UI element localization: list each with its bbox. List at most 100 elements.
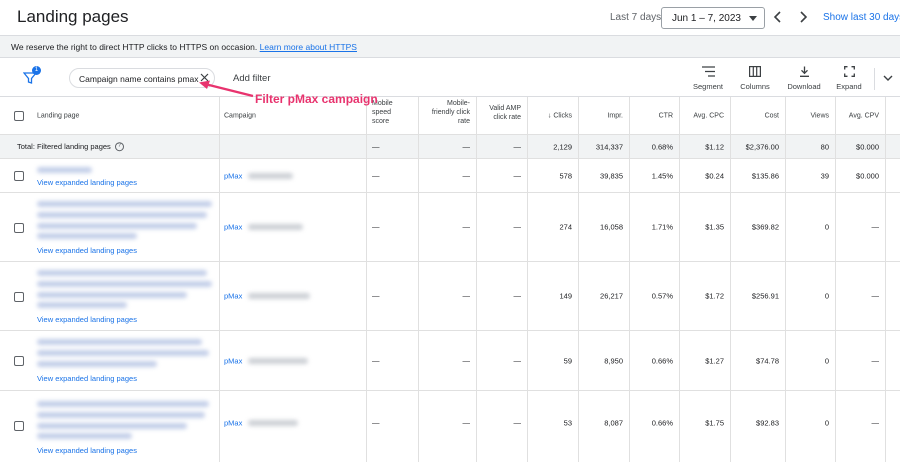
total-clicks-cell: 2,129 [528, 135, 579, 158]
blurred-url [37, 339, 202, 345]
views-cell: 0 [786, 331, 836, 390]
table-row[interactable]: View expanded landing pages pMax — — — 5… [0, 331, 900, 391]
ctr-cell: 1.71% [630, 193, 680, 261]
views-value: 0 [824, 222, 829, 232]
impr-value: 16,058 [600, 222, 623, 232]
views-value: 0 [824, 291, 829, 301]
speed-cell: — [367, 262, 419, 330]
friendly-value: — [462, 222, 471, 232]
columns-label: Columns [740, 82, 770, 91]
learn-more-https-link[interactable]: Learn more about HTTPS [260, 42, 357, 52]
expand-button[interactable]: Expand [833, 66, 865, 94]
avg-cpc-value: $1.27 [705, 356, 724, 365]
col-cost[interactable]: Cost [731, 97, 786, 134]
clicks-value: 274 [559, 222, 572, 232]
landing-pages-table: Landing page Campaign Mobile speed score… [0, 96, 900, 462]
view-expanded-link[interactable]: View expanded landing pages [37, 374, 137, 383]
clicks-value: 149 [559, 291, 572, 301]
segment-button[interactable]: Segment [690, 66, 726, 94]
campaign-link[interactable]: pMax [224, 356, 242, 365]
total-views: 80 [820, 142, 829, 151]
col-mobile-friendly-line2: friendly click [431, 109, 470, 116]
blurred-url [37, 412, 205, 418]
col-avg-cpc-label: Avg. CPC [693, 112, 724, 119]
friendly-value: — [462, 418, 471, 428]
landing-page-cell: View expanded landing pages [0, 331, 220, 390]
avg-cpv-value: — [871, 356, 880, 365]
table-row[interactable]: View expanded landing pages pMax — — — 1… [0, 262, 900, 331]
friendly-cell: — [419, 262, 477, 330]
chevron-down-icon[interactable] [882, 72, 894, 84]
view-expanded-link[interactable]: View expanded landing pages [37, 178, 137, 187]
annotation-label: Filter pMax campaign [255, 92, 378, 106]
cost-cell: $135.86 [731, 159, 786, 192]
ctr-cell: 1.45% [630, 159, 680, 192]
clicks-cell: 59 [528, 331, 579, 390]
amp-value: — [513, 356, 522, 365]
total-amp-cell: — [477, 135, 528, 158]
columns-icon [749, 66, 761, 77]
views-cell: 0 [786, 391, 836, 462]
https-notice: We reserve the right to direct HTTP clic… [0, 35, 900, 58]
ctr-cell: 0.57% [630, 262, 680, 330]
chevron-right-icon[interactable] [795, 9, 811, 25]
blurred-campaign [248, 420, 298, 426]
col-cost-label: Cost [764, 112, 779, 119]
cost-cell: $369.82 [731, 193, 786, 261]
table-row[interactable]: View expanded landing pages pMax — — — 5… [0, 159, 900, 193]
col-clicks-text: Clicks [553, 112, 572, 119]
campaign-filter-chip[interactable]: Campaign name contains pmax [69, 68, 215, 88]
view-expanded-link[interactable]: View expanded landing pages [37, 446, 137, 455]
table-row[interactable]: View expanded landing pages pMax — — — 5… [0, 391, 900, 462]
speed-cell: — [367, 391, 419, 462]
help-icon[interactable]: ? [114, 142, 124, 152]
landing-page-cell: View expanded landing pages [0, 193, 220, 261]
campaign-link[interactable]: pMax [224, 419, 242, 428]
avg-cpv-cell: — [836, 193, 886, 261]
table-row[interactable]: View expanded landing pages pMax — — — 2… [0, 193, 900, 262]
friendly-value: — [462, 171, 471, 180]
amp-value: — [513, 222, 522, 232]
ctr-value: 0.66% [651, 356, 673, 365]
col-valid-amp-click-rate[interactable]: Valid AMP click rate [477, 97, 528, 134]
col-avg-cpv[interactable]: Avg. CPV [836, 97, 886, 134]
download-button[interactable]: Download [784, 66, 824, 94]
total-cost-cell: $2,376.00 [731, 135, 786, 158]
blurred-url [37, 350, 209, 356]
col-avg-cpc[interactable]: Avg. CPC [680, 97, 731, 134]
total-label-cell: Total: Filtered landing pages? [0, 135, 220, 158]
col-ctr[interactable]: CTR [630, 97, 680, 134]
col-clicks[interactable]: ↓ Clicks [528, 97, 579, 134]
col-impr[interactable]: Impr. [579, 97, 630, 134]
col-landing-page[interactable]: Landing page [0, 97, 220, 134]
amp-cell: — [477, 159, 528, 192]
campaign-link[interactable]: pMax [224, 171, 242, 180]
segment-label: Segment [692, 82, 724, 91]
speed-cell: — [367, 159, 419, 192]
clicks-value: 59 [563, 356, 572, 365]
campaign-link[interactable]: pMax [224, 223, 242, 232]
avg-cpv-value: — [871, 291, 880, 301]
total-avg-cpc-cell: $1.12 [680, 135, 731, 158]
impr-cell: 8,087 [579, 391, 630, 462]
col-mobile-speed-line3: score [372, 118, 390, 125]
avg-cpc-cell: $1.72 [680, 262, 731, 330]
blurred-campaign [248, 224, 303, 230]
blurred-url [37, 233, 137, 239]
speed-value: — [372, 356, 380, 365]
view-expanded-link[interactable]: View expanded landing pages [37, 246, 137, 255]
campaign-link[interactable]: pMax [224, 292, 242, 301]
impr-cell: 8,950 [579, 331, 630, 390]
col-mobile-friendly-click-rate[interactable]: Mobile- friendly click rate [419, 97, 477, 134]
col-views[interactable]: Views [786, 97, 836, 134]
ctr-value: 0.57% [651, 291, 673, 301]
cost-value: $369.82 [751, 222, 779, 232]
chevron-left-icon[interactable] [770, 9, 786, 25]
date-range-picker[interactable]: Jun 1 – 7, 2023 [661, 7, 765, 29]
columns-button[interactable]: Columns [737, 66, 773, 94]
speed-value: — [372, 291, 380, 301]
show-last-30-days-link[interactable]: Show last 30 days [823, 12, 900, 23]
avg-cpv-cell: $0.000 [836, 159, 886, 192]
total-avg-cpc: $1.12 [705, 142, 724, 151]
view-expanded-link[interactable]: View expanded landing pages [37, 315, 137, 324]
